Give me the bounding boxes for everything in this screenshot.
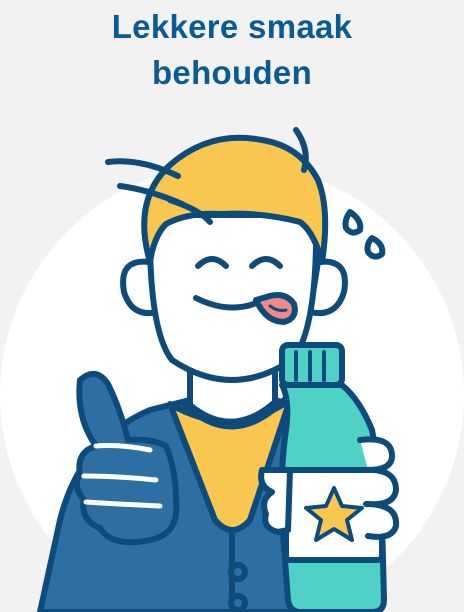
sweat-drop: [342, 209, 364, 236]
gripping-hand: [258, 467, 293, 535]
illustration: [0, 127, 464, 612]
sweat-drop: [364, 235, 386, 260]
poster-page: Lekkere smaak behouden: [0, 0, 464, 612]
cardigan-button: [228, 593, 248, 612]
cardigan-button: [228, 562, 248, 582]
